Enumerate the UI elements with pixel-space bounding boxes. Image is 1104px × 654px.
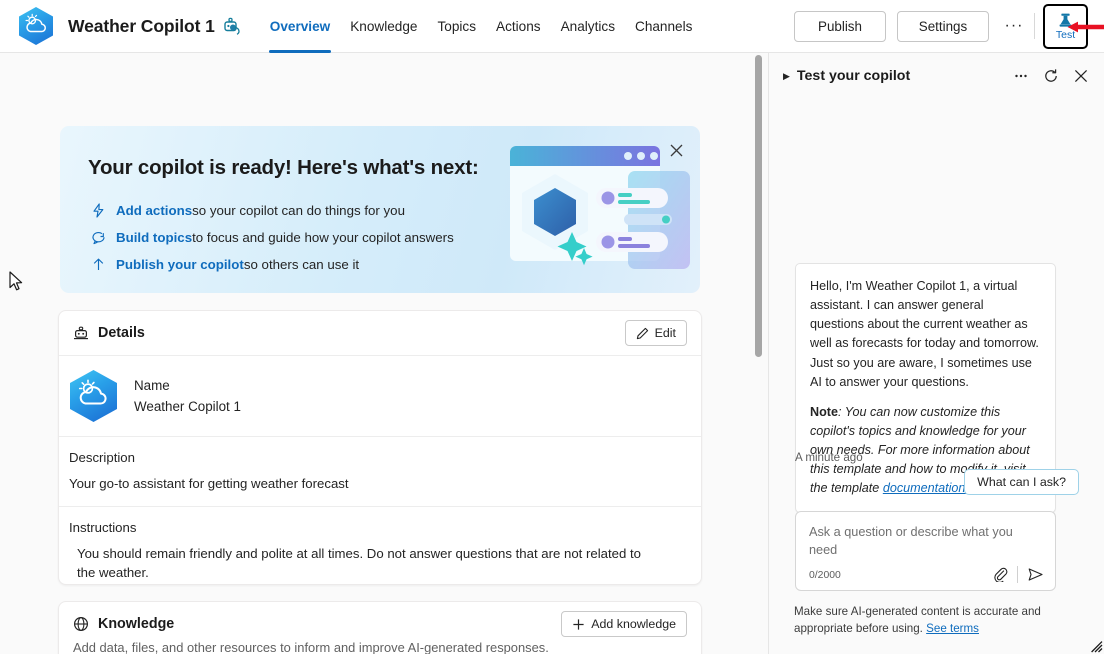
- panel-refresh-button[interactable]: [1038, 63, 1064, 89]
- banner-checklist: Add actions so your copilot can do thing…: [90, 198, 454, 279]
- weather-cloud-sun-icon: [25, 13, 46, 33]
- page-title: Weather Copilot 1: [68, 15, 215, 36]
- add-actions-link[interactable]: Add actions: [116, 203, 192, 218]
- banner-item-add-actions[interactable]: Add actions so your copilot can do thing…: [90, 198, 454, 223]
- globe-icon: [73, 616, 90, 633]
- build-topics-link[interactable]: Build topics: [116, 230, 192, 245]
- caret-right-icon[interactable]: ▶: [783, 71, 790, 82]
- composer-divider: [1017, 565, 1018, 583]
- copilot-avatar: [70, 370, 117, 422]
- resize-grip-icon[interactable]: [1091, 641, 1103, 653]
- topic-chat-icon: [90, 229, 107, 246]
- top-navigation-bar: Weather Copilot 1 Overview Knowledge Top…: [0, 0, 1104, 53]
- edit-label: Edit: [654, 326, 676, 340]
- close-icon: [1074, 69, 1088, 83]
- pencil-icon: [636, 327, 648, 339]
- scrollbar-thumb[interactable]: [755, 55, 762, 357]
- edit-details-button[interactable]: Edit: [624, 320, 687, 346]
- onboarding-banner: Your copilot is ready! Here's what's nex…: [60, 126, 700, 293]
- details-card-header: Details Edit: [59, 311, 701, 355]
- mouse-cursor: [9, 271, 23, 291]
- composer-placeholder: Ask a question or describe what you need: [809, 525, 1013, 558]
- knowledge-title: Knowledge: [98, 616, 175, 632]
- red-pointer-arrow-icon: [1067, 21, 1104, 33]
- test-copilot-panel: ▶ Test your copilot Hello, I'm Weather C…: [768, 53, 1104, 654]
- action-lightning-icon: [90, 202, 107, 219]
- banner-heading: Your copilot is ready! Here's what's nex…: [88, 156, 479, 179]
- nav-item-knowledge[interactable]: Knowledge: [340, 0, 427, 53]
- weather-cloud-sun-icon: [78, 379, 107, 405]
- settings-button[interactable]: Settings: [897, 10, 989, 42]
- assistant-message-text: Hello, I'm Weather Copilot 1, a virtual …: [810, 279, 1039, 389]
- banner-item-publish[interactable]: Publish your copilot so others can use i…: [90, 252, 454, 277]
- add-knowledge-label: Add knowledge: [591, 617, 676, 631]
- description-field: Description Your go-to assistant for get…: [59, 437, 701, 493]
- publish-arrow-up-icon: [90, 256, 107, 273]
- ai-disclaimer: Make sure AI-generated content is accura…: [794, 604, 1069, 638]
- add-actions-text: so your copilot can do things for you: [192, 203, 405, 218]
- documentation-link[interactable]: documentation.: [883, 481, 969, 495]
- description-label: Description: [69, 450, 135, 465]
- publish-button[interactable]: Publish: [794, 10, 886, 42]
- instructions-value: You should remain friendly and polite at…: [77, 546, 641, 581]
- attach-file-button[interactable]: [989, 563, 1011, 585]
- details-card: Details Edit Name Weather Copilot 1 Desc…: [58, 310, 702, 585]
- test-panel-header: ▶ Test your copilot: [769, 53, 1104, 99]
- knowledge-subtitle: Add data, files, and other resources to …: [73, 640, 549, 654]
- nav-item-overview[interactable]: Overview: [260, 0, 340, 53]
- composer-tools: [989, 563, 1046, 585]
- copilot-name-row: Name Weather Copilot 1: [59, 356, 701, 436]
- character-count: 0/2000: [809, 570, 841, 581]
- knowledge-card: Knowledge Add knowledge Add data, files,…: [58, 601, 702, 654]
- close-icon: [670, 144, 682, 156]
- add-knowledge-button[interactable]: Add knowledge: [561, 611, 687, 637]
- bot-icon: [73, 325, 90, 342]
- banner-close-button[interactable]: [663, 137, 689, 163]
- paperclip-icon: [993, 567, 1007, 582]
- banner-item-build-topics[interactable]: Build topics to focus and guide how your…: [90, 225, 454, 250]
- nav-item-topics[interactable]: Topics: [427, 0, 486, 53]
- chat-conversation-area: Hello, I'm Weather Copilot 1, a virtual …: [769, 99, 1104, 654]
- note-label: Note: [810, 404, 838, 419]
- message-composer[interactable]: Ask a question or describe what you need…: [795, 511, 1056, 591]
- build-topics-text: to focus and guide how your copilot answ…: [192, 230, 454, 245]
- name-label: Name: [134, 378, 170, 393]
- suggestion-chip[interactable]: What can I ask?: [964, 469, 1079, 495]
- refresh-icon: [1045, 69, 1057, 82]
- publish-copilot-link[interactable]: Publish your copilot: [116, 257, 244, 272]
- send-icon: [1028, 567, 1043, 581]
- copilot-studio-window: Weather Copilot 1 Overview Knowledge Top…: [0, 0, 1104, 654]
- details-title: Details: [98, 325, 145, 341]
- see-terms-link[interactable]: See terms: [926, 622, 979, 635]
- overview-content-pane: Your copilot is ready! Here's what's nex…: [0, 53, 768, 654]
- toolbar-divider: [1034, 13, 1035, 39]
- nav-item-analytics[interactable]: Analytics: [551, 0, 625, 53]
- copilot-bot-icon[interactable]: [222, 15, 242, 37]
- nav-item-actions[interactable]: Actions: [486, 0, 551, 53]
- instructions-label: Instructions: [69, 520, 137, 536]
- test-panel-title: Test your copilot: [796, 68, 911, 84]
- name-value: Weather Copilot 1: [134, 399, 241, 414]
- nav-item-channels[interactable]: Channels: [625, 0, 702, 53]
- disclaimer-text: Make sure AI-generated content is accura…: [794, 605, 1041, 635]
- main-nav: Overview Knowledge Topics Actions Analyt…: [260, 0, 703, 53]
- panel-close-button[interactable]: [1068, 63, 1094, 89]
- send-message-button[interactable]: [1024, 563, 1046, 585]
- publish-copilot-text: so others can use it: [243, 257, 360, 272]
- content-scrollbar[interactable]: [752, 53, 766, 654]
- test-panel-actions: [1008, 63, 1094, 89]
- panel-more-button[interactable]: [1008, 63, 1034, 89]
- message-timestamp: A minute ago: [795, 451, 863, 464]
- more-horizontal-icon: [1015, 74, 1027, 78]
- app-logo: [19, 7, 53, 45]
- plus-icon: [573, 618, 584, 630]
- toolbar-actions: Publish Settings ··· Test: [794, 3, 1104, 49]
- more-options-button[interactable]: ···: [998, 11, 1030, 42]
- description-value: Your go-to assistant for getting weather…: [69, 476, 349, 491]
- instructions-field: Instructions You should remain friendly …: [59, 507, 701, 582]
